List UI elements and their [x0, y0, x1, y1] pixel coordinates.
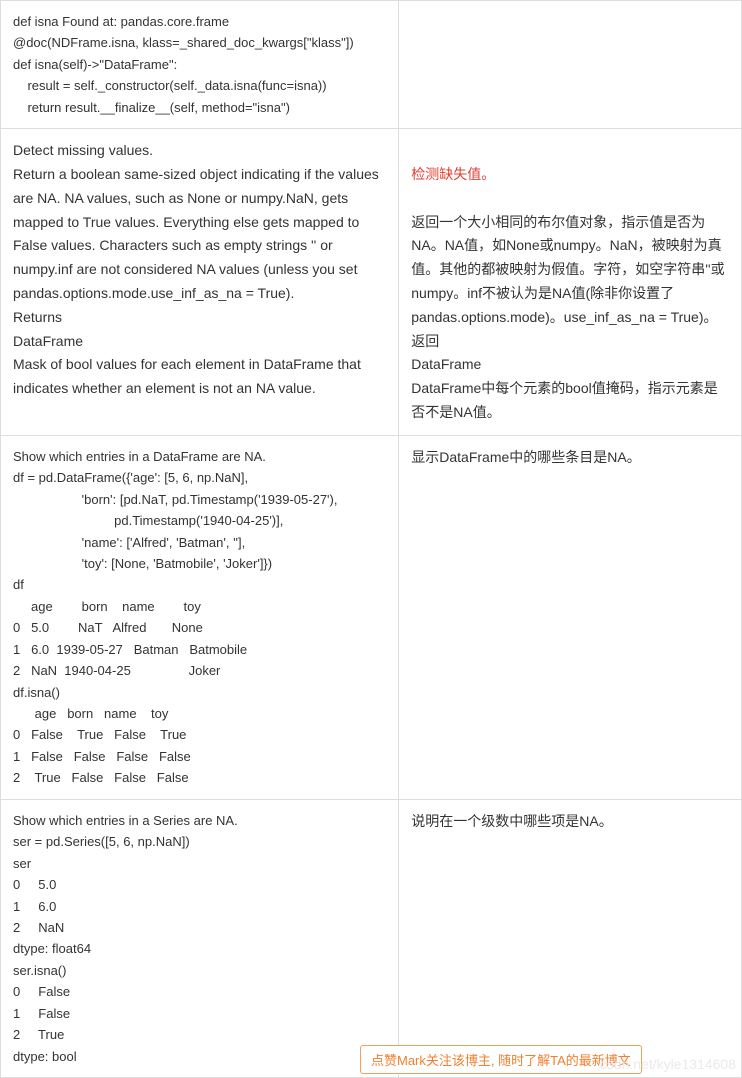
cell-series-zh: 说明在一个级数中哪些项是NA。 [399, 799, 742, 1077]
cell-df-zh: 显示DataFrame中的哪些条目是NA。 [399, 435, 742, 799]
table-row: Show which entries in a DataFrame are NA… [1, 435, 742, 799]
cell-detect-en: Detect missing values. Return a boolean … [1, 129, 399, 436]
doc-table: def isna Found at: pandas.core.frame @do… [0, 0, 742, 1078]
cell-series-example: Show which entries in a Series are NA. s… [1, 799, 399, 1077]
zh-body: 返回一个大小相同的布尔值对象，指示值是否为NA。NA值，如None或numpy。… [411, 214, 724, 420]
cell-detect-zh: 检测缺失值。 返回一个大小相同的布尔值对象，指示值是否为NA。NA值，如None… [399, 129, 742, 436]
cell-df-example: Show which entries in a DataFrame are NA… [1, 435, 399, 799]
cell-empty [399, 1, 742, 129]
cell-code-def: def isna Found at: pandas.core.frame @do… [1, 1, 399, 129]
follow-popup[interactable]: 点赞Mark关注该博主, 随时了解TA的最新博文 [360, 1045, 642, 1074]
table-row: Detect missing values. Return a boolean … [1, 129, 742, 436]
table-row: Show which entries in a Series are NA. s… [1, 799, 742, 1077]
doc-container: def isna Found at: pandas.core.frame @do… [0, 0, 742, 1078]
table-row: def isna Found at: pandas.core.frame @do… [1, 1, 742, 129]
red-heading: 检测缺失值。 [411, 166, 495, 182]
